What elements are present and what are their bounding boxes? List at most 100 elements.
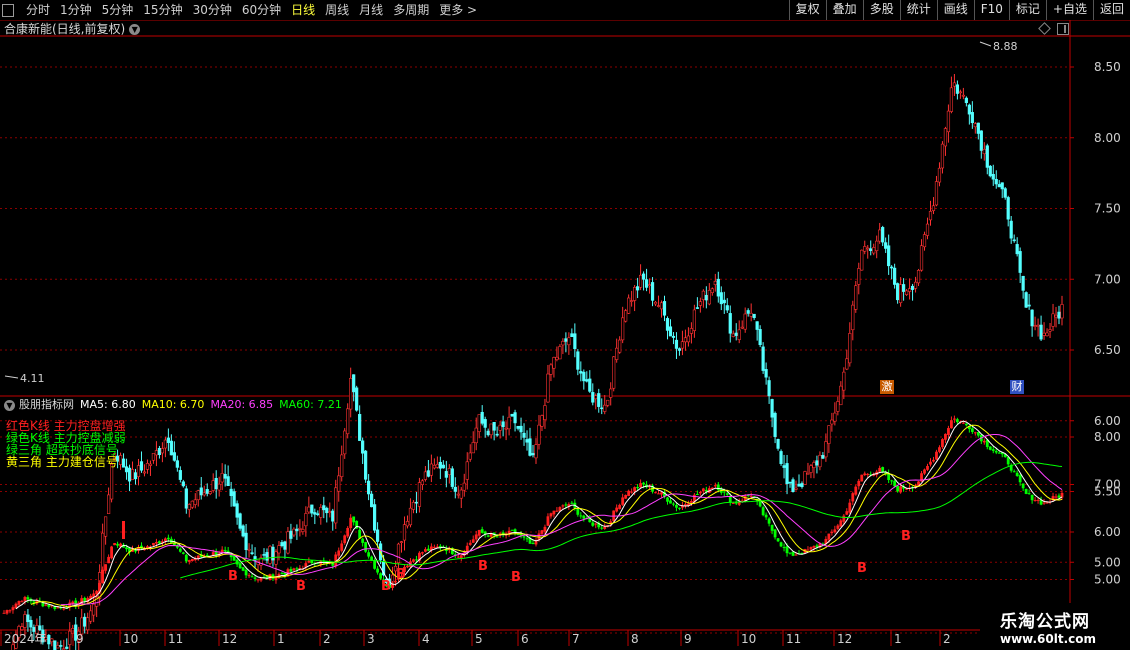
candle-body [190, 500, 194, 508]
candle-body [585, 379, 589, 382]
candle-body [633, 287, 637, 301]
ind-candle-body [627, 490, 631, 496]
candle-body [588, 378, 592, 392]
candle-body [928, 211, 933, 221]
candle-body [367, 480, 371, 495]
ind-candle-body [970, 428, 974, 432]
ind-candle-body [564, 504, 568, 506]
candle-body [340, 454, 344, 477]
xaxis-label: 2 [323, 632, 331, 646]
ind-candle-body [256, 579, 260, 581]
ma20-value: MA20: 6.85 [210, 398, 274, 411]
ind-candle-body [893, 480, 897, 487]
ind-candle-body [421, 552, 424, 554]
candle-body [405, 521, 410, 527]
ind-candle-body [152, 542, 155, 546]
xaxis-label: 1 [277, 632, 285, 646]
candle-body [513, 412, 517, 424]
ind-candle-body [424, 549, 427, 552]
ind-price-label: 5.00 [1094, 573, 1121, 587]
indicator-name[interactable]: 股朋指标网 [19, 398, 74, 411]
candle-body [728, 313, 732, 334]
indicator-chevron-icon[interactable]: ▼ [4, 399, 15, 411]
tag-ji[interactable]: 激 [880, 380, 894, 394]
candle-body [650, 282, 655, 301]
ind-candle-body [292, 568, 296, 571]
chart-area[interactable]: 8.508.007.507.006.506.005.505.004.508.00… [0, 0, 1130, 650]
ind-candle-body [770, 524, 774, 531]
candle-body [47, 634, 51, 645]
buy-signal-b: B [511, 570, 521, 585]
candle-body [776, 439, 780, 449]
ind-candle-body [364, 542, 368, 552]
ind-candle-body [624, 495, 628, 499]
candle-body [806, 472, 810, 475]
candle-body [462, 482, 466, 491]
candle-body [456, 493, 460, 496]
ind-candle-body [238, 563, 242, 569]
candle-body [618, 339, 622, 353]
ind-candle-body [190, 558, 194, 562]
xaxis-label: 11 [786, 632, 801, 646]
ind-candle-body [582, 515, 586, 519]
ind-candle-body [468, 542, 472, 545]
ind-candle-body [1042, 502, 1046, 504]
ind-candle-body [259, 578, 263, 581]
xaxis-label: 5 [475, 632, 483, 646]
candle-body [510, 413, 514, 417]
candle-body [773, 412, 777, 437]
ind-candle-body [101, 569, 105, 584]
ind-candle-body [953, 418, 956, 420]
ind-candle-body [991, 449, 995, 451]
candle-body [991, 173, 995, 180]
candle-body [286, 531, 290, 554]
buy-signal-b: B [396, 567, 406, 582]
ind-candle-body [675, 504, 678, 508]
candle-body [202, 492, 206, 496]
candle-body [710, 288, 714, 293]
candle-body [1051, 313, 1055, 327]
candle-body [310, 504, 314, 514]
candle-body [647, 284, 652, 287]
candle-body [540, 415, 544, 427]
candle-body [770, 399, 774, 418]
candle-body [175, 460, 179, 468]
xaxis-label: 7 [572, 632, 580, 646]
candle-body [193, 499, 197, 505]
ind-candle-body [725, 493, 729, 495]
candle-body [322, 505, 326, 511]
ind-candle-body [594, 523, 598, 525]
candle-body [214, 477, 218, 490]
candle-body [552, 357, 556, 369]
candle-body [396, 543, 401, 564]
ind-candle-body [988, 446, 992, 450]
candle-body [501, 421, 505, 428]
ind-candle-body [570, 502, 574, 504]
ind-candle-body [731, 502, 735, 504]
candle-body [713, 280, 717, 285]
buy-signal-b: B [228, 569, 238, 584]
candle-body [480, 411, 484, 424]
candle-body [370, 493, 374, 508]
candle-body [247, 548, 251, 551]
ind-candle-body [289, 569, 293, 572]
ind-candle-body [615, 507, 619, 512]
candle-body [414, 501, 419, 504]
ind-candle-body [636, 486, 640, 489]
ind-candle-body [833, 529, 837, 533]
candle-body [68, 630, 72, 645]
ind-candle-body [758, 501, 762, 507]
candle-body [408, 507, 413, 526]
main-price-label: 7.00 [1094, 272, 1121, 286]
xaxis-label: 10 [123, 632, 138, 646]
high-marker: 8.88 [993, 40, 1018, 53]
ind-candle-body [1057, 495, 1061, 498]
ind-candle-body [1033, 500, 1037, 502]
candle-body [564, 338, 568, 342]
candle-body [235, 503, 239, 518]
ind-candle-body [555, 510, 559, 512]
tag-cai[interactable]: 财 [1010, 380, 1024, 394]
ind-candle-body [997, 452, 1001, 454]
candle-body [671, 335, 676, 338]
candle-body [970, 112, 974, 124]
